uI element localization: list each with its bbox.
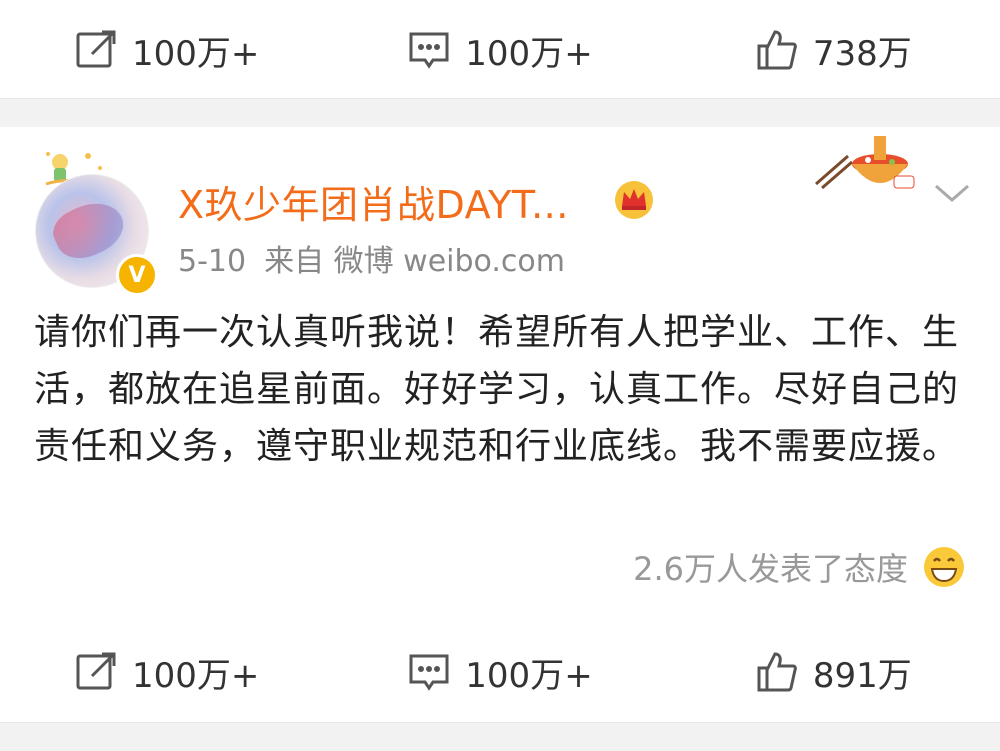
thumbs-up-icon [757, 652, 797, 692]
thumbs-up-icon [757, 30, 797, 70]
like-count: 738万 [812, 33, 912, 74]
repost-button[interactable]: 100万+ [0, 26, 333, 75]
comment-icon [409, 32, 449, 69]
chevron-down-icon[interactable] [930, 178, 974, 208]
comment-count: 100万+ [465, 655, 593, 696]
reaction-text: 2.6万人发表了态度 [633, 550, 908, 588]
post-source: 来自 微博 weibo.com [264, 244, 565, 279]
repost-button[interactable]: 100万+ [0, 648, 333, 697]
top-action-bar: 100万+ 100万+ 738万 [0, 0, 1000, 100]
bottom-action-bar: 100万+ 100万+ 891万 [0, 622, 1000, 722]
repost-icon [76, 652, 116, 690]
comment-button[interactable]: 100万+ [333, 648, 666, 697]
crown-icon[interactable] [612, 176, 656, 220]
repost-icon [76, 30, 116, 68]
verified-badge-icon: V [116, 254, 158, 296]
comment-count: 100万+ [465, 33, 593, 74]
comment-icon [409, 654, 449, 691]
like-button[interactable]: 738万 [667, 26, 1000, 75]
hotpot-sticker-icon [815, 136, 915, 190]
section-gap [0, 722, 1000, 751]
like-count: 891万 [812, 655, 912, 696]
avatar-container[interactable]: V [30, 146, 160, 296]
reaction-summary[interactable]: 2.6万人发表了态度 [633, 544, 966, 590]
section-gap [0, 98, 1000, 127]
post-username[interactable]: X玖少年团肖战DAYT... [178, 174, 569, 229]
post-meta: 5-10 来自 微博 weibo.com [178, 236, 583, 280]
like-button[interactable]: 891万 [667, 648, 1000, 697]
repost-count: 100万+ [131, 655, 260, 696]
post-content: 请你们再一次认真听我说！希望所有人把学业、工作、生活，都放在追星前面。好好学习，… [34, 312, 960, 467]
grin-emoji-icon [924, 547, 964, 587]
comment-button[interactable]: 100万+ [333, 26, 666, 75]
repost-count: 100万+ [131, 33, 260, 74]
post-date: 5-10 [178, 244, 247, 279]
